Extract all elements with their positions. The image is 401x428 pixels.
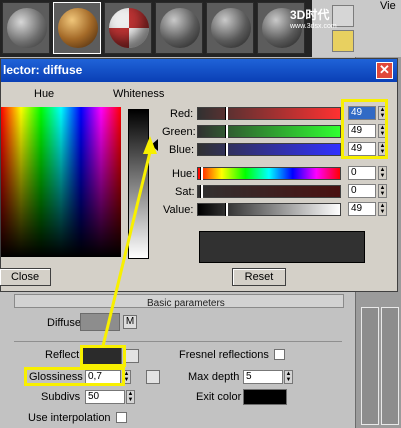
value-label: Value:: [163, 204, 194, 216]
material-slots: [0, 0, 312, 57]
panel-column: [381, 307, 399, 425]
whiteness-label: Whiteness: [113, 88, 165, 100]
sat-slider[interactable]: [197, 185, 341, 198]
basic-parameters-header[interactable]: Basic parameters: [14, 294, 344, 309]
max-depth-input[interactable]: 5: [243, 370, 283, 384]
material-slot-1[interactable]: [2, 2, 50, 54]
red-slider-thumb[interactable]: [225, 107, 228, 120]
max-depth-label: Max depth: [188, 371, 240, 383]
material-slot-4[interactable]: [155, 2, 203, 54]
rgb-values-highlight: [341, 99, 388, 159]
watermark-url: www.3dsx.com: [290, 23, 337, 30]
value-slider-thumb[interactable]: [225, 203, 228, 216]
material-sphere-icon: [7, 8, 47, 48]
subdivs-label: Subdivs: [41, 391, 81, 403]
watermark-text: 3D时代: [290, 8, 330, 22]
diffuse-color-swatch[interactable]: [80, 313, 120, 331]
glossiness-highlight: [24, 367, 125, 386]
green-slider-thumb[interactable]: [225, 125, 228, 138]
blue-label: Blue:: [169, 144, 195, 156]
whiteness-slider[interactable]: [128, 109, 149, 259]
hue-value-label: Hue:: [172, 168, 196, 180]
fresnel-checkbox[interactable]: [274, 349, 285, 360]
exit-color-swatch[interactable]: [243, 389, 287, 405]
diffuse-map-button[interactable]: M: [123, 315, 137, 329]
value-spinner[interactable]: ▲ ▼: [378, 202, 387, 216]
red-label: Red:: [170, 108, 194, 120]
use-interpolation-label: Use interpolation: [28, 412, 111, 424]
basic-parameters-title: Basic parameters: [147, 298, 225, 309]
reflect-map-button[interactable]: [125, 349, 139, 363]
reflect-swatch-highlight: [80, 345, 126, 367]
material-slot-5[interactable]: [206, 2, 254, 54]
blue-slider[interactable]: [197, 143, 341, 156]
hue-label: Hue: [34, 88, 55, 100]
material-sphere-icon: [211, 8, 251, 48]
close-button[interactable]: Close: [0, 268, 51, 286]
max-depth-spinner[interactable]: ▲ ▼: [284, 370, 293, 384]
basic-parameters-panel: Basic parameters Diffuse M Reflect Fresn…: [0, 290, 355, 428]
hue-input[interactable]: 0: [348, 166, 376, 180]
diffuse-label: Diffuse: [47, 317, 82, 329]
hue-slider[interactable]: [197, 167, 341, 180]
green-slider[interactable]: [197, 125, 341, 138]
green-label: Green:: [162, 126, 196, 138]
material-sphere-icon: [58, 8, 98, 48]
sat-input[interactable]: 0: [348, 184, 376, 198]
hue-spinner[interactable]: ▲ ▼: [378, 166, 387, 180]
glossiness-map-button[interactable]: [146, 370, 160, 384]
blue-slider-thumb[interactable]: [225, 143, 228, 156]
subdivs-spinner[interactable]: ▲ ▼: [126, 390, 135, 404]
dialog-title: lector: diffuse: [3, 63, 83, 77]
color-selector-dialog: lector: diffuse ✕ Hue Whiteness Red: 49 …: [0, 58, 398, 292]
sat-slider-thumb[interactable]: [200, 185, 203, 198]
dialog-title-bar[interactable]: lector: diffuse ✕: [1, 59, 397, 82]
fresnel-label: Fresnel reflections: [179, 349, 269, 361]
color-preview-swatch: [199, 231, 365, 263]
panel-column: [361, 307, 379, 425]
options-gear-icon[interactable]: [332, 30, 354, 52]
sat-spinner[interactable]: ▲ ▼: [378, 184, 387, 198]
whiteness-pointer-icon[interactable]: [151, 139, 158, 151]
hue-slider-thumb[interactable]: [200, 167, 203, 180]
reset-button[interactable]: Reset: [232, 268, 286, 286]
material-sphere-icon: [160, 8, 200, 48]
close-icon[interactable]: ✕: [376, 62, 393, 79]
subdivs-input[interactable]: 50: [85, 390, 125, 404]
value-input[interactable]: 49: [348, 202, 376, 216]
sat-label: Sat:: [175, 186, 195, 198]
viewport-tab-label: Vie: [380, 0, 396, 12]
value-slider[interactable]: [197, 203, 341, 216]
hue-picker[interactable]: [1, 107, 121, 257]
reflect-label: Reflect: [45, 349, 80, 361]
red-slider[interactable]: [197, 107, 341, 120]
material-slot-2[interactable]: [53, 2, 101, 54]
material-sphere-icon: [109, 8, 149, 48]
divider: [14, 341, 342, 342]
use-interpolation-checkbox[interactable]: [116, 412, 127, 423]
material-slot-3[interactable]: [104, 2, 152, 54]
exit-color-label: Exit color: [196, 391, 242, 403]
watermark-logo: 3D时代 www.3dsx.com: [290, 6, 337, 30]
